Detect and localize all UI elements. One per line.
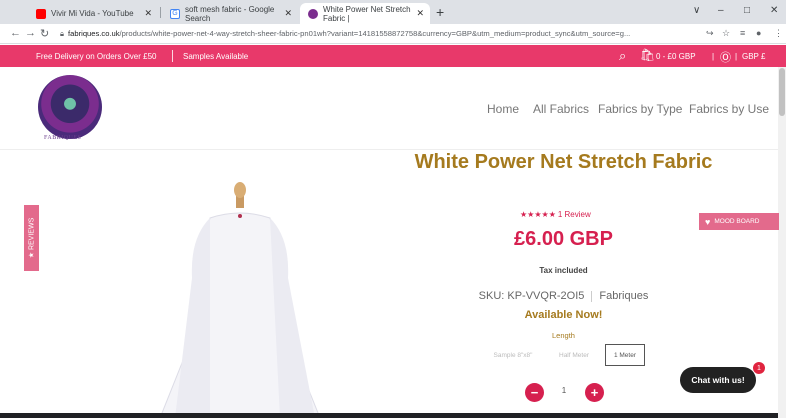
reviews-side-tab[interactable]: ★ REVIEWS: [24, 205, 39, 271]
new-tab-button[interactable]: +: [436, 4, 444, 20]
tax-note: Tax included: [539, 266, 588, 275]
share-icon[interactable]: ↪: [706, 28, 714, 39]
tab-youtube[interactable]: Vivir Mi Vida - YouTube ✕: [28, 3, 156, 24]
samples-link[interactable]: Samples Available: [183, 52, 248, 61]
profile-icon[interactable]: ●: [756, 28, 761, 38]
account-icon[interactable]: Ⓞ: [720, 49, 731, 65]
pin-icon: [238, 214, 242, 218]
promo-divider: |: [712, 52, 715, 61]
reviews-tab-label: ★ REVIEWS: [28, 217, 36, 259]
bookmark-star-icon[interactable]: ☆: [722, 28, 730, 39]
tab-google-search[interactable]: G soft mesh fabric - Google Search ✕: [162, 3, 298, 24]
star-icon: ★★★★★: [520, 210, 556, 219]
product-title: White Power Net Stretch Fabric: [414, 151, 713, 173]
fabriques-favicon-icon: [308, 8, 318, 19]
quantity-decrease-button[interactable]: −: [525, 383, 544, 402]
sku: SKU: KP-VVQR-2OI5: [478, 290, 585, 302]
free-delivery-link[interactable]: Free Delivery on Orders Over £50: [36, 52, 157, 61]
url-path: /products/white-power-net-4-way-stretch-…: [119, 29, 631, 38]
tab-title: soft mesh fabric - Google Search: [185, 4, 275, 23]
review-count[interactable]: 1 Review: [558, 210, 591, 219]
quantity-value[interactable]: 1: [552, 386, 576, 395]
vendor[interactable]: Fabriques: [599, 290, 648, 302]
taskbar-strip: [0, 413, 778, 418]
nav-fabrics-by-use[interactable]: Fabrics by Use: [689, 102, 769, 116]
tab-search-icon[interactable]: ∨: [693, 5, 700, 16]
promo-divider: |: [735, 52, 738, 61]
rating[interactable]: ★★★★★ 1 Review: [520, 210, 591, 219]
quantity-increase-button[interactable]: +: [585, 383, 604, 402]
fabriques-logo[interactable]: [38, 75, 102, 139]
tab-divider: [160, 7, 161, 18]
close-icon[interactable]: ✕: [416, 8, 424, 19]
nav-all-fabrics[interactable]: All Fabrics: [533, 102, 589, 116]
url-field[interactable]: 🔒︎ fabriques.co.uk/products/white-power-n…: [60, 27, 700, 41]
reload-icon[interactable]: ↻: [40, 27, 49, 40]
cart-icon[interactable]: 🛍︎: [640, 48, 655, 62]
close-icon[interactable]: ✕: [284, 8, 292, 19]
heart-icon: ♥: [705, 216, 711, 227]
chat-button[interactable]: Chat with us!: [680, 367, 756, 393]
reading-list-icon[interactable]: ≡: [740, 28, 745, 38]
sku-line: SKU: KP-VVQR-2OI5 Fabriques: [400, 290, 727, 302]
product-image[interactable]: [150, 168, 335, 418]
nav-fabrics-by-type[interactable]: Fabrics by Type: [598, 102, 682, 116]
mood-board-label: MOOD BOARD: [714, 218, 760, 225]
address-bar: ← → ↻ 🔒︎ fabriques.co.uk/products/white-p…: [0, 24, 786, 44]
search-icon[interactable]: ⌕: [619, 48, 626, 64]
close-icon[interactable]: ✕: [144, 8, 152, 19]
mood-board-button[interactable]: ♥ MOOD BOARD: [699, 213, 779, 230]
fabric-fold: [175, 218, 210, 418]
maximize-button[interactable]: □: [744, 5, 750, 16]
page-scrollbar[interactable]: [778, 67, 786, 418]
product-price: £6.00 GBP: [514, 228, 613, 250]
length-option-half-meter[interactable]: Half Meter: [549, 344, 599, 366]
back-arrow-icon[interactable]: ←: [10, 27, 21, 39]
length-option-sample[interactable]: Sample 8"x8": [483, 344, 543, 366]
site-header: FABRIQUES Home All Fabrics Fabrics by Ty…: [0, 67, 786, 150]
mannequin-head: [234, 182, 246, 198]
length-label: Length: [552, 331, 575, 340]
google-icon: G: [170, 8, 180, 19]
lock-icon: 🔒︎: [60, 29, 65, 38]
logo-text: FABRIQUES: [44, 135, 82, 141]
tab-fabriques[interactable]: White Power Net Stretch Fabric | ✕: [300, 3, 430, 24]
minimize-button[interactable]: –: [718, 5, 724, 16]
cart-summary[interactable]: 0 - £0 GBP: [656, 52, 696, 61]
scrollbar-thumb[interactable]: [779, 68, 785, 116]
tab-title: Vivir Mi Vida - YouTube: [51, 9, 134, 18]
browser-tab-bar: Vivir Mi Vida - YouTube ✕ G soft mesh fa…: [0, 0, 786, 24]
close-window-button[interactable]: ✕: [770, 5, 778, 16]
currency-selector[interactable]: GBP £: [742, 52, 765, 61]
nav-home[interactable]: Home: [487, 102, 519, 116]
url-host: fabriques.co.uk: [68, 29, 120, 38]
promo-divider: [172, 50, 173, 62]
chat-notification-badge: 1: [753, 362, 765, 374]
promo-bar: Free Delivery on Orders Over £50 Samples…: [0, 45, 786, 67]
availability: Available Now!: [524, 309, 603, 321]
forward-arrow-icon[interactable]: →: [25, 27, 36, 39]
youtube-icon: [36, 8, 46, 19]
sku-divider: [591, 290, 593, 302]
menu-dots-icon[interactable]: ⋮: [774, 28, 783, 39]
length-option-1-meter[interactable]: 1 Meter: [605, 344, 645, 366]
tab-title: White Power Net Stretch Fabric |: [323, 4, 411, 23]
